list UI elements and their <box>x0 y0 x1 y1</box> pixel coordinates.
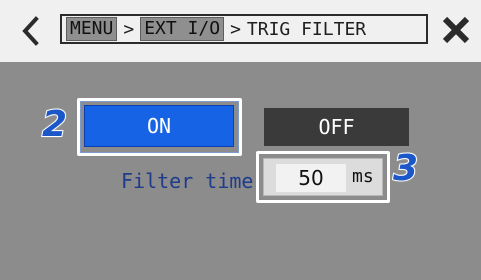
breadcrumb-separator: > <box>230 18 241 40</box>
off-button[interactable]: OFF <box>264 108 409 146</box>
callout-step-3: 3 <box>392 147 419 190</box>
breadcrumb: MENU > EXT I/O > TRIG FILTER <box>60 14 428 44</box>
breadcrumb-current: TRIG FILTER <box>246 18 367 40</box>
filter-time-value[interactable]: 50 <box>276 164 346 192</box>
chevron-left-icon[interactable] <box>17 14 43 48</box>
settings-panel: 2 ON OFF Filter time 50 ms 3 <box>0 62 481 280</box>
close-x-icon[interactable] <box>440 14 472 46</box>
screen: MENU > EXT I/O > TRIG FILTER 2 ON OFF Fi… <box>0 0 481 280</box>
breadcrumb-item-menu[interactable]: MENU <box>66 17 118 41</box>
callout-step-2: 2 <box>41 103 68 146</box>
breadcrumb-separator: > <box>123 18 135 40</box>
on-button[interactable]: ON <box>84 105 234 147</box>
breadcrumb-item-ext-io[interactable]: EXT I/O <box>140 17 225 41</box>
filter-time-unit: ms <box>352 166 374 187</box>
header: MENU > EXT I/O > TRIG FILTER <box>0 0 481 62</box>
filter-time-label: Filter time <box>121 169 254 193</box>
